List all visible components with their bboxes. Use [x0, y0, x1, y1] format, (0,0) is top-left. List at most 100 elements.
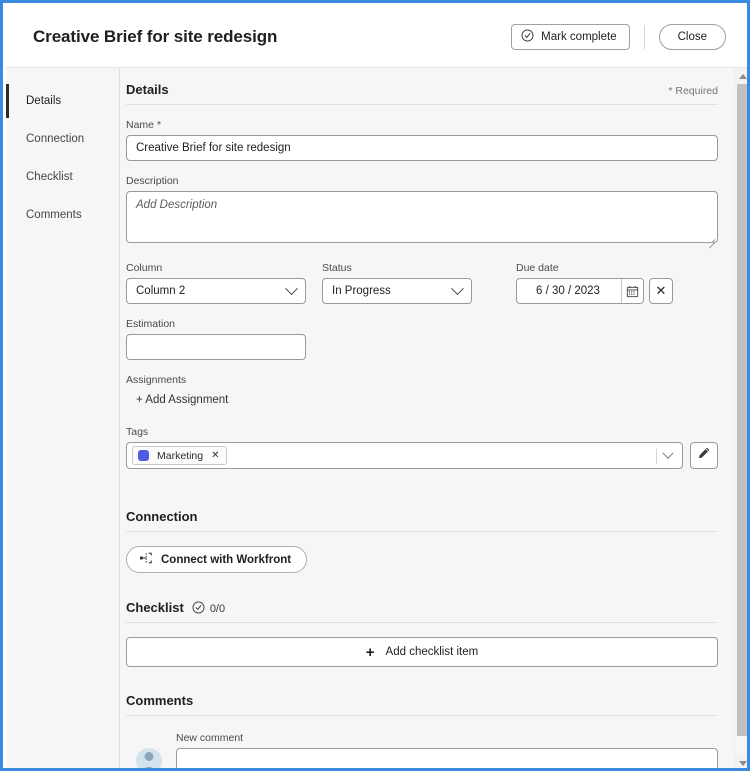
check-circle-icon [521, 29, 534, 45]
name-label: Name * [126, 119, 718, 131]
status-field-block: Status In Progress [322, 262, 472, 304]
pencil-icon [697, 446, 711, 465]
chevron-down-icon[interactable] [662, 447, 674, 459]
column-value: Column 2 [136, 285, 186, 297]
tags-row: Marketing ✕ [126, 442, 718, 469]
connection-section-header: Connection [126, 509, 718, 531]
header-divider [643, 24, 645, 49]
tags-field-block: Tags Marketing ✕ [126, 426, 718, 469]
checklist-heading: Checklist [126, 600, 184, 615]
check-circle-icon [192, 601, 205, 617]
sidebar-item-checklist[interactable]: Checklist [6, 158, 119, 196]
sidebar-item-label: Connection [26, 133, 85, 145]
task-detail-dialog: Creative Brief for site redesign Mark co… [6, 6, 747, 768]
tag-label: Marketing [157, 449, 204, 462]
assignments-block: Assignments + Add Assignment [126, 374, 718, 408]
sidebar-item-details[interactable]: Details [6, 82, 119, 120]
section-divider [126, 104, 718, 105]
workfront-connect-icon [139, 551, 153, 568]
chevron-down-icon [451, 281, 464, 295]
scroll-down-button[interactable] [735, 755, 747, 768]
new-comment-label: New comment [176, 732, 244, 744]
vertical-scrollbar[interactable] [734, 68, 747, 768]
name-label-text: Name [126, 119, 155, 131]
estimation-label: Estimation [126, 318, 176, 330]
tags-label: Tags [126, 426, 149, 438]
section-divider [126, 531, 718, 532]
avatar-head [144, 752, 154, 761]
checklist-count: 0/0 [209, 603, 226, 615]
assignments-label: Assignments [126, 374, 187, 386]
name-field-block: Name * [126, 119, 718, 161]
required-note: * Required [668, 85, 718, 97]
clear-date-button[interactable]: ✕ [649, 278, 673, 304]
description-label: Description [126, 175, 179, 187]
new-comment-input[interactable] [176, 748, 718, 768]
active-indicator [6, 84, 9, 118]
plus-icon: + [365, 643, 375, 661]
estimation-input[interactable] [126, 334, 306, 360]
connection-heading: Connection [126, 509, 198, 524]
sidebar-item-comments[interactable]: Comments [6, 196, 119, 234]
scrollbar-thumb[interactable] [737, 84, 747, 736]
status-label: Status [322, 262, 352, 274]
due-date-group: 6 / 30 / 2023 ✕ [516, 278, 673, 304]
column-label: Column [126, 262, 163, 274]
chevron-down-icon [739, 760, 747, 766]
name-input[interactable] [126, 135, 718, 161]
due-date-field-block: Due date 6 / 30 / 2023 ✕ [516, 262, 673, 304]
dialog-header: Creative Brief for site redesign Mark co… [6, 6, 747, 68]
header-actions: Mark complete Close [511, 23, 726, 50]
mark-complete-button[interactable]: Mark complete [511, 23, 630, 50]
comments-section-header: Comments [126, 693, 718, 715]
avatar-body [140, 767, 158, 768]
status-select[interactable]: In Progress [322, 278, 472, 304]
active-indicator [6, 122, 9, 156]
sidebar-item-label: Comments [26, 209, 82, 221]
column-select[interactable]: Column 2 [126, 278, 306, 304]
sidebar-item-label: Checklist [26, 171, 73, 183]
active-indicator [6, 160, 9, 194]
estimation-field-block: Estimation [126, 318, 718, 360]
comments-heading: Comments [126, 693, 194, 708]
tags-separator [656, 447, 657, 464]
add-assignment-button[interactable]: + Add Assignment [126, 390, 228, 406]
column-field-block: Column Column 2 [126, 262, 306, 304]
due-date-value: 6 / 30 / 2023 [536, 285, 600, 297]
remove-tag-icon[interactable]: ✕ [211, 450, 219, 461]
description-textarea[interactable] [126, 191, 718, 243]
section-divider [126, 622, 718, 623]
checklist-section-header: Checklist 0/0 [126, 599, 718, 622]
calendar-icon[interactable] [621, 279, 643, 303]
chevron-up-icon [739, 73, 747, 79]
active-indicator [6, 198, 9, 232]
scroll-up-button[interactable] [735, 68, 747, 84]
dialog-sidebar: Details Connection Checklist Comments [6, 68, 120, 768]
add-checklist-item-label: Add checklist item [385, 646, 479, 658]
name-required-star: * [156, 119, 162, 131]
content-inner: Details * Required Name * Desc [120, 68, 728, 768]
add-checklist-item-button[interactable]: + Add checklist item [126, 637, 718, 667]
sidebar-item-connection[interactable]: Connection [6, 120, 119, 158]
connect-with-workfront-label: Connect with Workfront [161, 553, 292, 566]
new-comment-row: New comment [126, 732, 718, 768]
due-date-label: Due date [516, 262, 559, 274]
tag-chip[interactable]: Marketing ✕ [132, 446, 227, 465]
due-date-field[interactable]: 6 / 30 / 2023 [516, 278, 644, 304]
chevron-down-icon [285, 281, 298, 295]
sidebar-item-label: Details [26, 95, 62, 107]
dialog-body: Details Connection Checklist Comments De… [6, 68, 747, 768]
connect-with-workfront-button[interactable]: Connect with Workfront [126, 546, 308, 573]
status-value: In Progress [332, 285, 391, 297]
details-heading: Details [126, 82, 169, 97]
tags-input[interactable]: Marketing ✕ [126, 442, 683, 469]
details-section-header: Details * Required [126, 82, 718, 104]
edit-tags-button[interactable] [690, 442, 718, 469]
close-button[interactable]: Close [658, 23, 726, 50]
app-window: Creative Brief for site redesign Mark co… [0, 0, 750, 771]
description-field-block: Description [126, 175, 718, 249]
description-wrap [126, 191, 718, 249]
